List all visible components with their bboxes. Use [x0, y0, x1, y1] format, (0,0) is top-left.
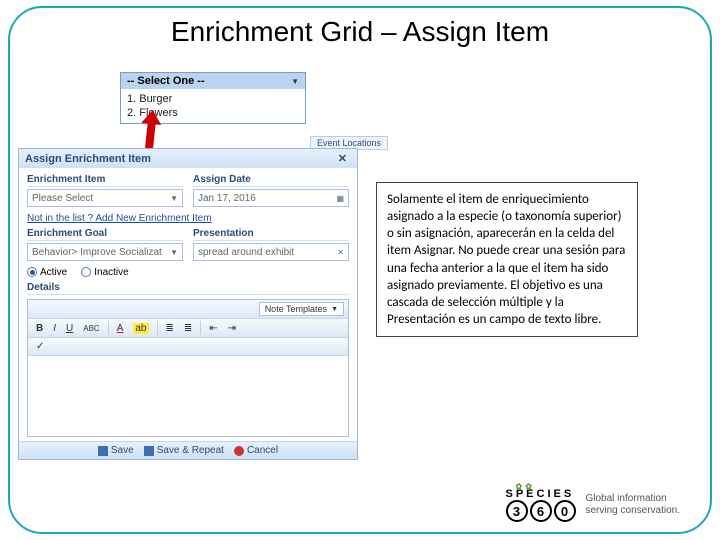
bullet-list-button[interactable]: ≣	[162, 322, 178, 335]
details-label: Details	[27, 282, 349, 295]
add-new-enrichment-link[interactable]: Not in the list ? Add New Enrichment Ite…	[27, 213, 349, 224]
indent-button[interactable]: ⇥	[224, 322, 240, 335]
assign-date-value: Jan 17, 2016	[198, 193, 256, 204]
logo-tagline: Global information serving conservation.	[586, 493, 681, 517]
dropdown-option[interactable]: 1. Burger	[127, 92, 299, 106]
enrichment-item-select[interactable]: Please Select ▼	[27, 189, 183, 207]
disk-icon	[144, 446, 154, 456]
calendar-icon: ▦	[336, 194, 344, 203]
presentation-input[interactable]: spread around exhibit ✕	[193, 243, 349, 261]
enrichment-goal-value: Behavior> Improve Socializat	[32, 247, 162, 258]
slide-title: Enrichment Grid – Assign Item	[0, 16, 720, 48]
species360-logo: ✿✿ SPECIES 3 6 0 Global information serv…	[506, 488, 681, 522]
underline-button[interactable]: U	[62, 322, 77, 335]
dropdown-selected-text: -- Select One --	[127, 75, 205, 87]
disk-icon	[98, 446, 108, 456]
italic-button[interactable]: I	[49, 322, 60, 335]
logo-brand-text: ✿✿ SPECIES	[506, 488, 576, 500]
chevron-down-icon: ▼	[291, 77, 299, 86]
dialog-footer: Save Save & Repeat Cancel	[19, 441, 357, 459]
spellcheck-button[interactable]: ✓	[32, 340, 48, 353]
font-color-button[interactable]: A	[113, 322, 128, 335]
chevron-down-icon: ▼	[331, 306, 338, 313]
enrichment-item-value: Please Select	[32, 193, 93, 204]
dialog-title-text: Assign Enrichment Item	[25, 153, 151, 165]
explanation-callout: Solamente el item de enriquecimiento asi…	[376, 182, 638, 337]
assign-date-input[interactable]: Jan 17, 2016 ▦	[193, 189, 349, 207]
presentation-value: spread around exhibit	[198, 247, 294, 258]
assign-enrichment-dialog: Assign Enrichment Item ✕ Enrichment Item…	[18, 148, 358, 460]
numbered-list-button[interactable]: ≣	[180, 322, 196, 335]
enrichment-item-label: Enrichment Item	[27, 174, 183, 187]
inactive-radio[interactable]: Inactive	[81, 267, 128, 278]
leaves-icon: ✿✿	[516, 482, 535, 491]
clear-icon[interactable]: ✕	[337, 248, 344, 257]
highlight-button[interactable]: ab	[129, 322, 152, 335]
strike-button[interactable]: ABC	[79, 323, 103, 334]
editor-textarea[interactable]	[28, 356, 348, 436]
rich-text-editor: Note Templates ▼ B I U ABC A ab ≣ ≣ ⇤ ⇥	[27, 299, 349, 437]
logo-digit: 0	[554, 500, 576, 522]
enrichment-goal-label: Enrichment Goal	[27, 228, 183, 241]
close-icon[interactable]: ✕	[334, 152, 351, 165]
dialog-titlebar: Assign Enrichment Item ✕	[19, 149, 357, 168]
enrichment-goal-select[interactable]: Behavior> Improve Socializat ▼	[27, 243, 183, 261]
save-button[interactable]: Save	[98, 445, 134, 456]
outdent-button[interactable]: ⇤	[205, 322, 221, 335]
note-templates-select[interactable]: Note Templates ▼	[259, 302, 344, 316]
cancel-button[interactable]: Cancel	[234, 445, 278, 456]
assign-date-label: Assign Date	[193, 174, 349, 187]
logo-digit: 6	[530, 500, 552, 522]
presentation-label: Presentation	[193, 228, 349, 241]
active-radio[interactable]: Active	[27, 267, 67, 278]
dropdown-selected: -- Select One -- ▼	[121, 73, 305, 89]
logo-digit: 3	[506, 500, 528, 522]
bold-button[interactable]: B	[32, 322, 47, 335]
cancel-icon	[234, 446, 244, 456]
chevron-down-icon: ▼	[170, 248, 178, 257]
chevron-down-icon: ▼	[170, 194, 178, 203]
save-repeat-button[interactable]: Save & Repeat	[144, 445, 224, 456]
note-templates-label: Note Templates	[265, 304, 327, 314]
